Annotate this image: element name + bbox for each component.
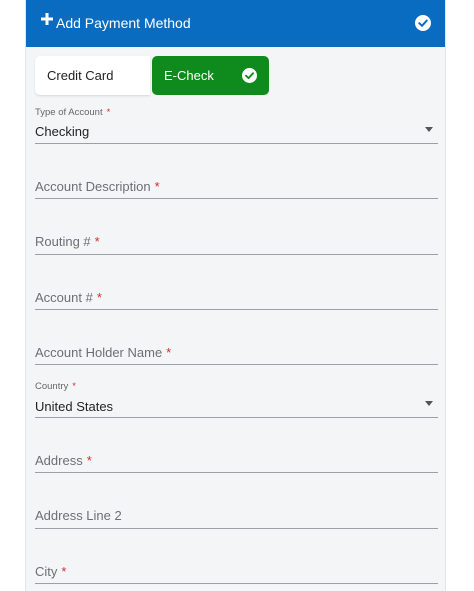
required-marker: * bbox=[72, 381, 76, 392]
chevron-down-icon bbox=[425, 401, 433, 406]
credit-card-label: Credit Card bbox=[47, 68, 114, 83]
required-marker: * bbox=[94, 234, 100, 249]
panel-title: Add Payment Method bbox=[56, 15, 191, 31]
check-circle-icon bbox=[415, 15, 431, 31]
account-number-placeholder: Account # bbox=[35, 290, 93, 305]
routing-number-placeholder: Routing # bbox=[35, 234, 91, 249]
routing-number-field[interactable]: Routing # * bbox=[35, 231, 438, 257]
address-field[interactable]: Address * bbox=[35, 451, 438, 477]
panel-header[interactable]: Add Payment Method bbox=[26, 0, 445, 47]
account-type-value: Checking bbox=[35, 124, 90, 139]
account-type-select[interactable]: Type of Account * Checking bbox=[35, 106, 438, 146]
account-holder-name-placeholder: Account Holder Name bbox=[35, 345, 163, 360]
required-marker: * bbox=[96, 290, 102, 305]
address-line-2-field[interactable]: Address Line 2 bbox=[35, 506, 438, 532]
chevron-down-icon bbox=[425, 127, 433, 132]
required-marker: * bbox=[106, 107, 111, 118]
country-label: Country bbox=[35, 381, 69, 392]
account-description-placeholder: Account Description bbox=[35, 179, 151, 194]
country-select[interactable]: Country * United States bbox=[35, 381, 438, 421]
address-line-2-placeholder: Address Line 2 bbox=[35, 508, 122, 523]
required-marker: * bbox=[86, 453, 92, 468]
country-value: United States bbox=[35, 399, 114, 414]
account-holder-name-field[interactable]: Account Holder Name * bbox=[35, 342, 438, 368]
city-placeholder: City bbox=[35, 564, 58, 579]
address-placeholder: Address bbox=[35, 453, 83, 468]
account-description-field[interactable]: Account Description * bbox=[35, 176, 438, 202]
city-field[interactable]: City * bbox=[35, 561, 438, 587]
account-type-label: Type of Account bbox=[35, 107, 103, 118]
credit-card-option[interactable]: Credit Card bbox=[35, 56, 150, 95]
e-check-option[interactable]: E-Check bbox=[152, 56, 269, 95]
required-marker: * bbox=[154, 179, 160, 194]
e-check-label: E-Check bbox=[164, 68, 214, 83]
account-number-field[interactable]: Account # * bbox=[35, 287, 438, 313]
add-payment-method-panel: Add Payment Method Credit Card E-Check T… bbox=[25, 0, 446, 591]
check-circle-icon bbox=[242, 68, 257, 83]
plus-icon bbox=[41, 13, 53, 25]
required-marker: * bbox=[166, 345, 172, 360]
required-marker: * bbox=[61, 564, 67, 579]
